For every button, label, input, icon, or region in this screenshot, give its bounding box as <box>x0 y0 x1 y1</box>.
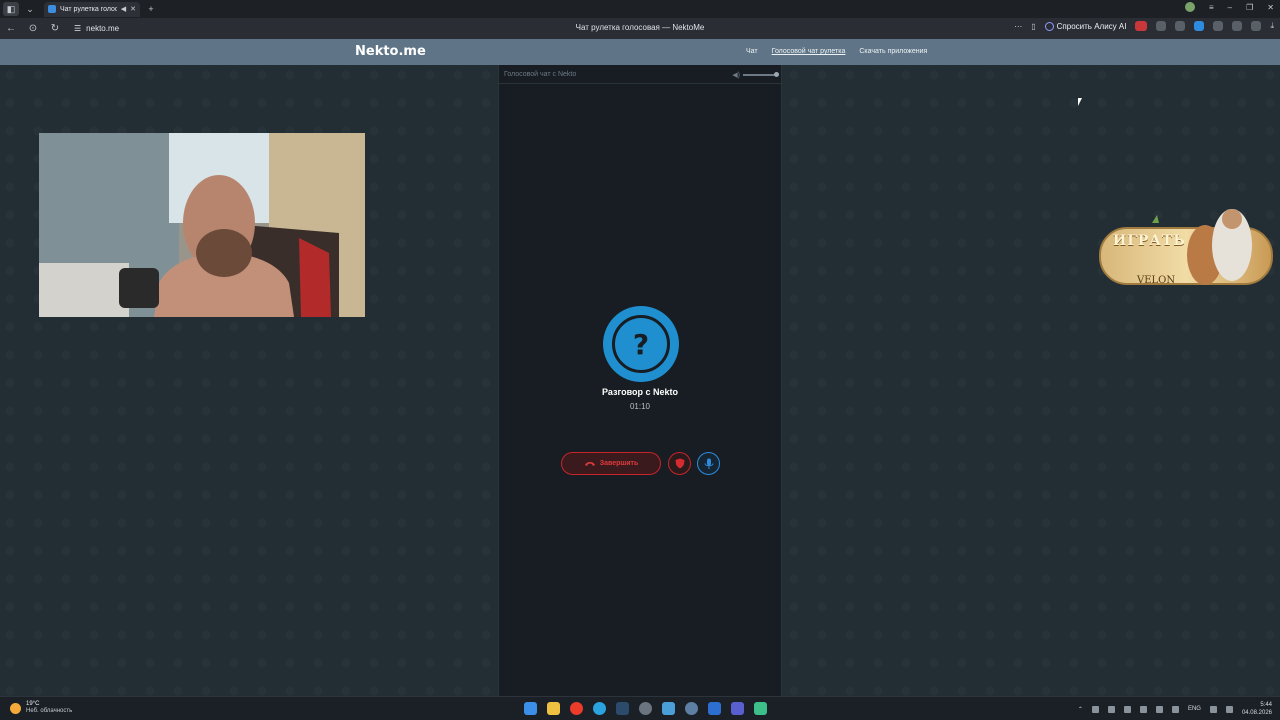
alice-icon <box>1044 21 1054 31</box>
obs-icon[interactable] <box>754 702 767 715</box>
weather-temp: 19°C <box>26 701 40 707</box>
close-window-icon[interactable]: ✕ <box>1267 3 1274 12</box>
extension-blue-icon[interactable] <box>1194 21 1205 31</box>
stats-icon[interactable] <box>731 702 744 715</box>
weather-condition: Неб. облачность <box>26 708 73 714</box>
tray-settings-icon[interactable] <box>1123 705 1131 713</box>
extension-globe-icon[interactable] <box>1156 21 1167 31</box>
voice-chat-panel: Голосовой чат с Nekto ◀) ? Разговор с Ne… <box>498 65 782 696</box>
nav-chat-link[interactable]: Чат <box>746 48 758 55</box>
menu-icon[interactable]: ≡ <box>1209 3 1214 12</box>
steam-icon[interactable] <box>616 702 629 715</box>
bookmark-icon[interactable]: ▯ <box>1031 22 1035 31</box>
extension-puzzle-icon[interactable] <box>1213 21 1224 31</box>
volume-icon: ◀) <box>732 72 740 79</box>
windows-taskbar: 19°C Неб. облачность ⌃ ENG 5:44 04.08.20… <box>0 696 1280 720</box>
report-button[interactable] <box>668 452 691 475</box>
end-call-label: Завершить <box>599 460 639 467</box>
yandex-browser-icon[interactable] <box>570 702 583 715</box>
weather-sun-icon <box>10 702 21 714</box>
volume-knob[interactable] <box>774 72 779 77</box>
shield-icon <box>675 458 684 469</box>
unknown-user-avatar: ? <box>603 306 679 382</box>
ask-alice-label: Спросить Алису AI <box>1056 21 1127 31</box>
profile-avatar[interactable] <box>1185 2 1195 12</box>
webcam-video <box>39 133 365 317</box>
talk-title: Разговор с Nekto <box>601 387 679 397</box>
tray-display-icon[interactable] <box>1107 705 1115 713</box>
settings-icon[interactable] <box>639 702 652 715</box>
question-icon: ? <box>612 315 670 373</box>
download-icon[interactable]: ⤓ <box>1270 21 1274 31</box>
tray-volume-icon[interactable] <box>1225 705 1233 713</box>
panel-header-title: Голосовой чат с Nekto <box>504 70 577 78</box>
ad-play-text: ИГРАТЬ <box>1113 233 1186 249</box>
volume-slider[interactable]: ◀) <box>732 71 779 79</box>
tab-title: Чат рулетка голосов <box>60 5 117 13</box>
tray-clock[interactable]: 5:44 04.08.2026 <box>1242 701 1272 717</box>
tray-language[interactable]: ENG <box>1188 706 1201 712</box>
photos-icon[interactable] <box>662 702 675 715</box>
reload-icon[interactable]: ↻ <box>44 23 66 34</box>
microphone-icon <box>704 458 713 469</box>
tab-close-icon[interactable]: ✕ <box>130 5 136 13</box>
tab-audio-icon[interactable]: ◀ <box>121 5 126 13</box>
tray-signal-icon[interactable] <box>1091 705 1099 713</box>
microphone-button[interactable] <box>697 452 720 475</box>
tray-chevron-icon[interactable]: ⌃ <box>1078 706 1083 713</box>
address-bar: ← ⊙ ↻ ☰ nekto.me Чат рулетка голосовая —… <box>0 18 1280 39</box>
clock-time: 5:44 <box>1260 702 1272 708</box>
site-logo[interactable]: Nekto.me <box>355 44 426 59</box>
tabs-dropdown-icon[interactable]: ⌄ <box>22 2 38 16</box>
extension-media-icon[interactable] <box>1232 21 1243 31</box>
nav-voice-chat-link[interactable]: Голосовой чат рулетка <box>772 48 846 55</box>
taskbar-apps <box>524 702 767 715</box>
tray-mic-icon[interactable] <box>1171 705 1179 713</box>
url-text: nekto.me <box>86 24 120 33</box>
game-ad-banner[interactable]: ИГРАТЬ VELON <box>1097 205 1277 287</box>
ask-alice-button[interactable]: Спросить Алису AI <box>1044 21 1127 31</box>
back-icon[interactable]: ← <box>0 23 22 34</box>
downloads-shield-icon[interactable]: ⊙ <box>22 23 44 34</box>
webcam-frame-image <box>39 133 365 317</box>
restore-icon[interactable]: ❐ <box>1246 3 1253 12</box>
browser-tab[interactable]: Чат рулетка голосов ◀ ✕ <box>44 1 140 17</box>
tray-telegram-icon[interactable] <box>1139 705 1147 713</box>
clock-date: 04.08.2026 <box>1241 710 1272 716</box>
vscode-icon[interactable] <box>708 702 721 715</box>
app-globe-icon[interactable] <box>685 702 698 715</box>
weather-widget[interactable]: 19°C Неб. облачность <box>10 701 72 715</box>
telegram-icon[interactable] <box>593 702 606 715</box>
tab-favicon-icon <box>48 5 56 13</box>
extension-badge-icon[interactable] <box>1135 21 1148 31</box>
end-call-button[interactable]: Завершить <box>561 452 661 475</box>
minimize-icon[interactable]: – <box>1228 3 1232 12</box>
new-tab-icon[interactable]: + <box>143 2 159 16</box>
extension-collections-icon[interactable] <box>1251 21 1262 31</box>
url-field[interactable]: ☰ nekto.me <box>74 24 119 33</box>
panel-header: Голосовой чат с Nekto ◀) <box>499 65 781 84</box>
site-nav: Чат Голосовой чат рулетка Скачать прилож… <box>746 48 927 55</box>
call-timer: 01:10 <box>629 402 651 411</box>
mouse-cursor <box>1078 98 1086 106</box>
hangup-phone-icon <box>584 461 595 466</box>
extension-b-icon[interactable] <box>1175 21 1186 31</box>
tray-network-icon[interactable] <box>1209 705 1217 713</box>
start-icon[interactable] <box>524 702 537 715</box>
site-info-icon[interactable]: ☰ <box>74 24 81 33</box>
nav-download-apps-link[interactable]: Скачать приложения <box>859 48 927 55</box>
tray-bluetooth-icon[interactable] <box>1155 705 1163 713</box>
system-tray: ⌃ ENG 5:44 04.08.2026 <box>1078 701 1272 717</box>
browser-tab-bar: ◧ ⌄ Чат рулетка голосов ◀ ✕ + ≡ – ❐ ✕ <box>0 0 1280 18</box>
file-explorer-icon[interactable] <box>547 702 560 715</box>
ad-brand-text: VELON <box>1137 275 1176 286</box>
volume-track[interactable] <box>743 72 779 77</box>
more-icon[interactable]: ⋯ <box>1014 22 1022 31</box>
site-header: Nekto.me Чат Голосовой чат рулетка Скача… <box>0 39 1280 65</box>
sidebar-toggle-icon[interactable]: ◧ <box>3 2 19 16</box>
